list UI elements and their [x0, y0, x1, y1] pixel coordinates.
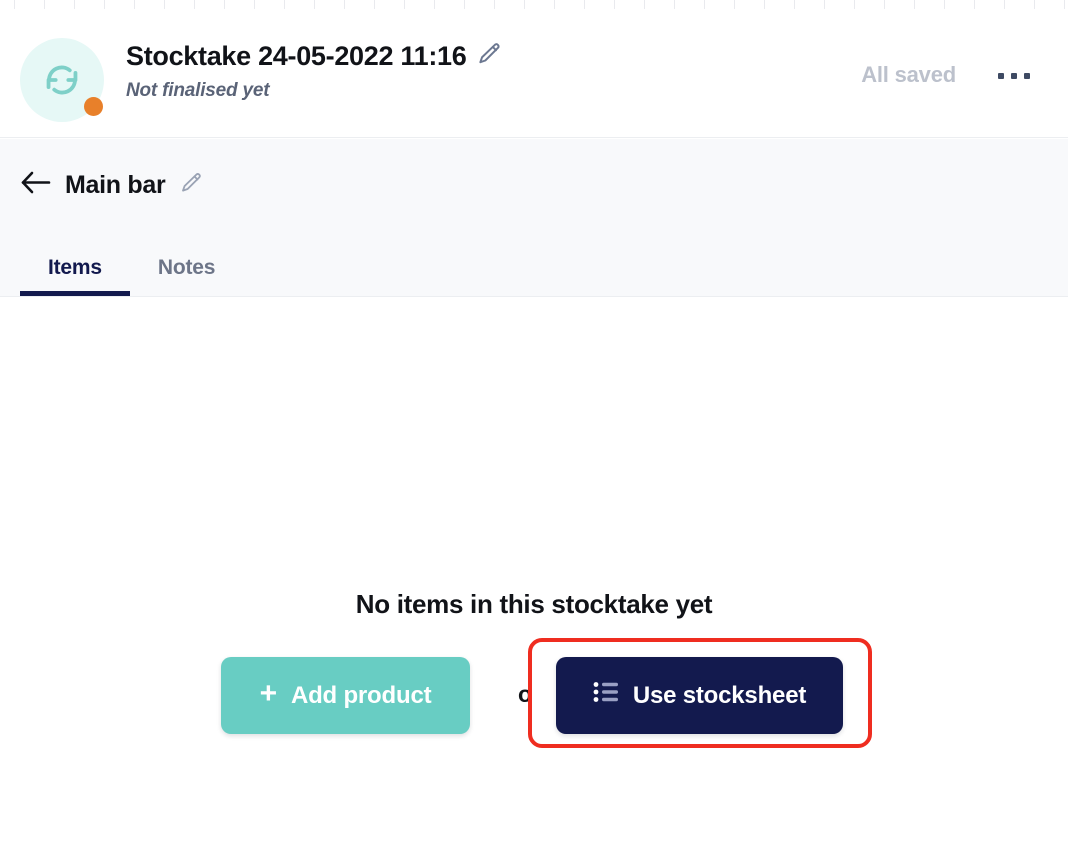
sync-icon [43, 61, 81, 99]
plus-icon: + [259, 677, 278, 710]
location-row: Main bar [20, 165, 203, 205]
overflow-menu-button[interactable] [990, 64, 1038, 88]
finalise-status-text: Not finalised yet [126, 80, 270, 101]
tab-items[interactable]: Items [20, 256, 130, 296]
ruler-ticks [0, 0, 1068, 9]
list-icon [593, 681, 619, 710]
tab-notes[interactable]: Notes [130, 256, 243, 296]
pencil-icon[interactable] [179, 171, 203, 200]
add-product-button[interactable]: + Add product [221, 657, 470, 734]
add-product-wrap: + Add product [221, 657, 470, 734]
or-label: or [518, 681, 541, 707]
status-badge [84, 97, 103, 116]
use-stocksheet-label: Use stocksheet [632, 681, 807, 709]
page-title: Stocktake 24-05-2022 11:16 [126, 40, 467, 71]
pencil-icon[interactable] [476, 41, 502, 72]
use-stocksheet-button[interactable]: Use stocksheet [556, 657, 843, 734]
add-product-label: Add product [290, 681, 432, 709]
items-panel: No items in this stocktake yet [0, 297, 1068, 864]
location-subheader: Main bar Items Notes [0, 139, 1068, 297]
ellipsis-icon [1024, 73, 1030, 79]
app-root: Stocktake 24-05-2022 11:16 Not finalised… [0, 0, 1068, 864]
top-app-bar: Stocktake 24-05-2022 11:16 Not finalised… [0, 9, 1068, 138]
tab-bar: Items Notes [20, 234, 243, 296]
use-stocksheet-wrap: Use stocksheet [556, 657, 843, 734]
stocktake-avatar [20, 38, 104, 122]
ellipsis-icon [998, 73, 1004, 79]
title-block: Stocktake 24-05-2022 11:16 Not finalised… [126, 37, 502, 102]
arrow-left-icon[interactable] [20, 170, 51, 200]
or-separator: or [500, 681, 559, 708]
ellipsis-icon [1011, 73, 1017, 79]
location-name: Main bar [65, 170, 166, 199]
empty-state-message: No items in this stocktake yet [355, 589, 713, 619]
save-status-label: All saved [861, 62, 956, 87]
